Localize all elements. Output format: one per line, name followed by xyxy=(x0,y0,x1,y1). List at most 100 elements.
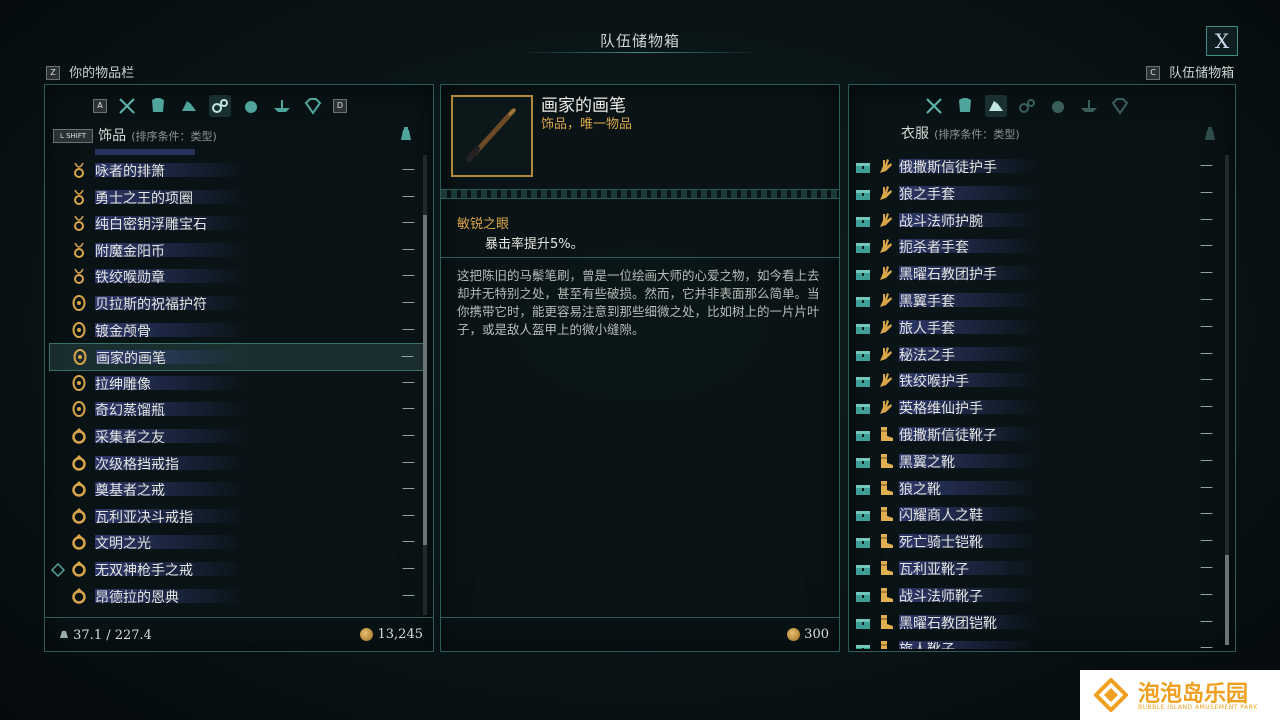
amulet-icon xyxy=(71,267,87,289)
list-item[interactable]: 无双神枪手之戒 — xyxy=(49,556,425,582)
list-item[interactable]: 咏者的排箫 — xyxy=(49,157,425,183)
list-item[interactable]: 画家的画笔 — xyxy=(49,343,425,372)
item-name: 瓦利亚靴子 xyxy=(899,562,969,578)
list-item[interactable]: 拉绅雕像 — xyxy=(49,370,425,396)
gem-icon[interactable] xyxy=(302,95,324,117)
list-item[interactable]: 纯白密钥浮雕宝石 — xyxy=(49,210,425,236)
item-list: 咏者的排箫 — 勇士之王的项圈 — 纯白密钥浮雕宝石 — 附魔金阳币 — 铁绞喉勋章 — 贝拉斯的祝… xyxy=(49,149,425,619)
list-item-cutoff xyxy=(95,149,195,155)
glove-icon xyxy=(877,398,895,420)
gem-icon[interactable] xyxy=(1109,95,1131,117)
item-description: 这把陈旧的马鬃笔刷，曾是一位绘画大师的心爱之物，如今看上去却并无特别之处，甚至有… xyxy=(457,268,820,337)
list-item[interactable]: 附魔金阳币 — xyxy=(49,237,425,263)
list-item[interactable]: 英格维仙护手 — xyxy=(853,394,1223,420)
list-item[interactable]: 扼杀者手套 — xyxy=(853,233,1223,259)
item-value: — xyxy=(1200,211,1213,227)
item-value: — xyxy=(402,241,415,257)
boot-icon xyxy=(877,452,895,474)
list-item[interactable]: 铁绞喉勋章 — xyxy=(49,263,425,289)
carry-weight-value: 37.1 / 227.4 xyxy=(73,628,152,643)
list-item[interactable]: 采集者之友 — xyxy=(49,423,425,449)
item-detail-panel: 画家的画笔 饰品，唯一物品 敏锐之眼 暴击率提升5%。 这把陈旧的马鬃笔刷，曾是… xyxy=(440,84,840,652)
item-value: — xyxy=(402,321,415,337)
clothing-icon[interactable] xyxy=(985,95,1007,117)
item-name: 采集者之友 xyxy=(95,430,165,446)
list-item[interactable]: 战斗法师靴子 — xyxy=(853,582,1223,608)
scrollbar-thumb[interactable] xyxy=(423,215,427,545)
talisman-icon xyxy=(72,348,88,370)
list-item[interactable]: 贝拉斯的祝福护符 — xyxy=(49,290,425,316)
list-item[interactable]: 闪耀商人之鞋 — xyxy=(853,501,1223,527)
list-item[interactable]: 黑曜石教团铠靴 — xyxy=(853,609,1223,635)
enchant-description: 暴击率提升5%。 xyxy=(485,237,584,252)
list-item[interactable]: 昂德拉的恩典 — xyxy=(49,583,425,609)
item-value: — xyxy=(1200,479,1213,495)
list-item[interactable]: 秘法之手 — xyxy=(853,341,1223,367)
accessories-icon[interactable] xyxy=(209,95,231,117)
boot-icon xyxy=(877,479,895,501)
item-value: — xyxy=(1200,426,1213,441)
list-item[interactable]: 俄撒斯信徒靴子 — xyxy=(853,421,1223,447)
item-name: 勇士之王的项圈 xyxy=(95,190,193,207)
boot-icon xyxy=(877,613,895,635)
consumables-icon[interactable] xyxy=(240,95,262,117)
sort-label: (排序条件：类型) xyxy=(131,130,217,143)
boot-icon xyxy=(877,586,895,608)
item-value: — xyxy=(1200,238,1213,254)
list-item[interactable]: 旅人手套 — xyxy=(853,314,1223,340)
list-item[interactable]: 死亡骑士铠靴 — xyxy=(853,528,1223,554)
list-item[interactable]: 旅人靴子 — xyxy=(853,635,1223,649)
list-item[interactable]: 奇幻蒸馏瓶 — xyxy=(49,396,425,422)
talisman-icon xyxy=(71,294,87,316)
scrollbar[interactable] xyxy=(1225,155,1229,645)
accessories-icon[interactable] xyxy=(1016,95,1038,117)
list-item[interactable]: 瓦利亚决斗戒指 — xyxy=(49,503,425,529)
list-item[interactable]: 镀金颅骨 — xyxy=(49,317,425,343)
sort-header[interactable]: 衣服 (排序条件：类型) xyxy=(901,123,1020,143)
armor-icon[interactable] xyxy=(954,95,976,117)
crafting-icon[interactable] xyxy=(271,95,293,117)
list-item[interactable]: 奠基者之戒 — xyxy=(49,476,425,502)
list-item[interactable]: 狼之手套 — xyxy=(853,180,1223,206)
armor-icon[interactable] xyxy=(147,95,169,117)
list-item[interactable]: 狼之靴 — xyxy=(853,475,1223,501)
weight-filter-icon[interactable] xyxy=(399,125,413,145)
ring-icon xyxy=(71,560,87,582)
inventory-tab[interactable]: Z 你的物品栏 xyxy=(46,62,134,81)
list-item[interactable]: 文明之光 — xyxy=(49,529,425,555)
boot-icon xyxy=(877,639,895,649)
item-name: 黑翼手套 xyxy=(899,294,955,310)
list-item[interactable]: 勇士之王的项圈 — xyxy=(49,184,425,210)
list-item[interactable]: 瓦利亚靴子 — xyxy=(853,555,1223,581)
item-name: 贝拉斯的祝福护符 xyxy=(95,297,207,313)
clothing-icon[interactable] xyxy=(178,95,200,117)
item-value: — xyxy=(1200,586,1213,602)
glove-icon xyxy=(877,345,895,367)
weapons-icon[interactable] xyxy=(116,95,138,117)
sort-header[interactable]: L SHIFT 饰品 (排序条件：类型) xyxy=(53,125,217,145)
close-button[interactable]: X xyxy=(1206,26,1238,56)
boot-icon xyxy=(877,505,895,527)
list-item[interactable]: 黑翼之靴 — xyxy=(853,448,1223,474)
list-item[interactable]: 俄撒斯信徒护手 — xyxy=(853,153,1223,179)
talisman-icon xyxy=(71,400,87,422)
item-name: 附魔金阳币 xyxy=(95,243,165,260)
stash-chest-icon xyxy=(855,239,871,258)
list-item[interactable]: 黑翼手套 — xyxy=(853,287,1223,313)
scrollbar[interactable] xyxy=(423,155,427,615)
weapons-icon[interactable] xyxy=(923,95,945,117)
list-item[interactable]: 战斗法师护腕 — xyxy=(853,207,1223,233)
item-value: — xyxy=(402,162,415,177)
glove-icon xyxy=(877,264,895,286)
crafting-icon[interactable] xyxy=(1078,95,1100,117)
scrollbar-thumb[interactable] xyxy=(1225,555,1229,645)
list-item[interactable]: 次级格挡戒指 — xyxy=(49,450,425,476)
item-name: 拉绅雕像 xyxy=(95,376,151,393)
party-stash-tab[interactable]: C 队伍储物箱 xyxy=(1146,62,1234,81)
item-name: 次级格挡戒指 xyxy=(95,456,179,473)
consumables-icon[interactable] xyxy=(1047,95,1069,117)
list-item[interactable]: 铁绞喉护手 — xyxy=(853,367,1223,393)
list-item[interactable]: 黑曜石教团护手 — xyxy=(853,260,1223,286)
ring-icon xyxy=(71,533,87,555)
weight-filter-icon[interactable] xyxy=(1203,125,1217,145)
